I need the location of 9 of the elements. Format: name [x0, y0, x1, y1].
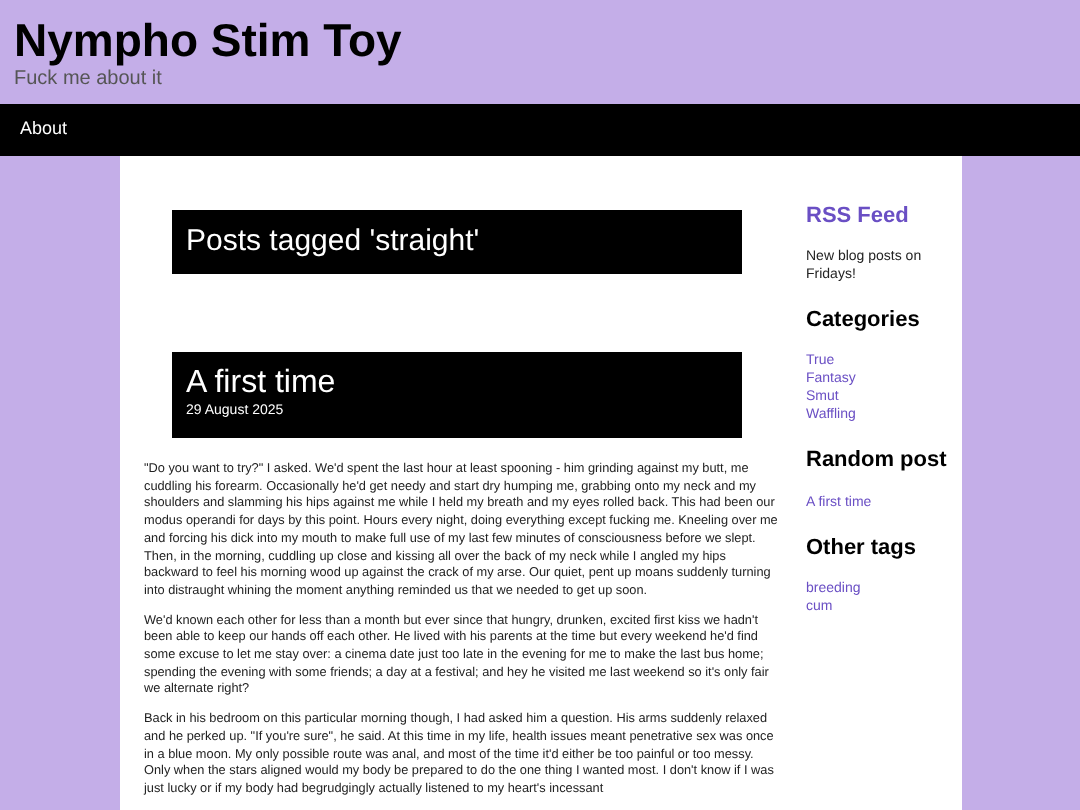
- sidebar-heading: Other tags: [806, 533, 917, 563]
- site-title[interactable]: Nympho Stim Toy: [14, 14, 1066, 66]
- rss-feed-link[interactable]: RSS Feed: [806, 200, 909, 233]
- sidebar-heading: Random post: [806, 446, 947, 476]
- sidebar-heading: Categories: [806, 305, 920, 335]
- page-heading: Posts tagged 'straight': [186, 221, 480, 262]
- site-tagline: Fuck me about it: [14, 66, 164, 92]
- post-title[interactable]: A first time: [186, 364, 336, 402]
- nav-link[interactable]: About: [20, 116, 68, 144]
